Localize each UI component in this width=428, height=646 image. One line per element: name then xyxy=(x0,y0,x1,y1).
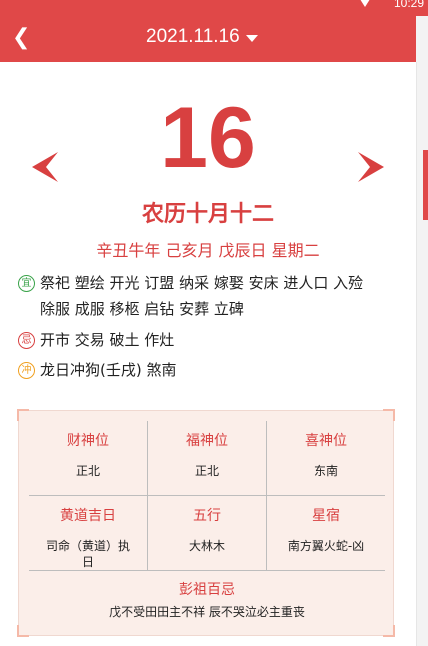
caret-down-icon xyxy=(245,34,258,42)
cell-value: 大林木 xyxy=(188,539,225,553)
prev-day-arrow-icon[interactable] xyxy=(30,150,60,184)
xingxiu-cell: 星宿 南方翼火蛇-凶 xyxy=(267,496,385,570)
cell-value: 司命（黄道）执日 xyxy=(46,539,131,569)
yi-text: 祭祀 塑绘 开光 订盟 纳采 嫁娶 安床 进人口 入殓 除服 成服 移柩 启钻 … xyxy=(40,274,364,318)
back-button[interactable]: ❮ xyxy=(12,25,30,50)
header-date: 2021.11.16 xyxy=(146,26,240,47)
cell-value: 正北 xyxy=(75,464,100,478)
yi-badge-icon: 宜 xyxy=(18,275,35,292)
app-header: ❮ 2021.11.16 xyxy=(0,16,416,62)
chong-text: 龙日冲狗(壬戌) 煞南 xyxy=(40,361,177,379)
status-time: 10:29 xyxy=(393,0,424,10)
yi-section: 宜祭祀 塑绘 开光 订盟 纳采 嫁娶 安床 进人口 入殓 除服 成服 移柩 启钻… xyxy=(18,270,380,322)
almanac-grid: 财神位 正北 福神位 正北 喜神位 东南 黄道吉日 司命（黄道）执日 五行 大林… xyxy=(29,421,385,623)
cell-title: 喜神位 xyxy=(305,433,347,449)
status-bar: 10:29 xyxy=(0,0,428,16)
corner-ornament xyxy=(17,625,29,637)
cell-title: 五行 xyxy=(193,508,221,524)
cell-value: 东南 xyxy=(313,464,338,478)
corner-ornament xyxy=(383,409,395,421)
ganzhi-line: 辛丑牛年 己亥月 戊辰日 星期二 xyxy=(96,241,320,260)
almanac-row: 黄道吉日 司命（黄道）执日 五行 大林木 星宿 南方翼火蛇-凶 xyxy=(29,496,385,571)
ji-badge-icon: 忌 xyxy=(18,332,35,349)
adjacent-page-edge-strip xyxy=(416,62,428,646)
chong-section: 冲龙日冲狗(壬戌) 煞南 xyxy=(18,357,176,383)
caishen-cell: 财神位 正北 xyxy=(29,421,148,495)
wifi-icon xyxy=(358,0,372,7)
cell-value: 南方翼火蛇-凶 xyxy=(287,539,365,553)
day-number: 16 xyxy=(160,90,256,186)
corner-ornament xyxy=(383,625,395,637)
almanac-card: 财神位 正北 福神位 正北 喜神位 东南 黄道吉日 司命（黄道）执日 五行 大林… xyxy=(17,409,395,637)
cell-title: 福神位 xyxy=(186,433,228,449)
adjacent-page-edge xyxy=(416,16,428,62)
date-picker-button[interactable]: 2021.11.16 xyxy=(146,26,258,48)
cell-title: 星宿 xyxy=(312,508,340,524)
fushen-cell: 福神位 正北 xyxy=(148,421,267,495)
ji-section: 忌开市 交易 破土 作灶 xyxy=(18,327,174,353)
cell-title: 财神位 xyxy=(67,433,109,449)
pengzu-section: 彭祖百忌 戊不受田田主不祥 辰不哭泣必主重丧 xyxy=(29,571,385,623)
adjacent-page-accent xyxy=(423,150,428,220)
cell-title: 黄道吉日 xyxy=(60,508,116,524)
huangdao-cell: 黄道吉日 司命（黄道）执日 xyxy=(29,496,148,570)
xishen-cell: 喜神位 东南 xyxy=(267,421,385,495)
almanac-row: 财神位 正北 福神位 正北 喜神位 东南 xyxy=(29,421,385,496)
corner-ornament xyxy=(17,409,29,421)
chong-badge-icon: 冲 xyxy=(18,362,35,379)
next-day-arrow-icon[interactable] xyxy=(356,150,386,184)
pengzu-value: 戊不受田田主不祥 辰不哭泣必主重丧 xyxy=(109,605,305,619)
cell-value: 正北 xyxy=(194,464,219,478)
pengzu-title: 彭祖百忌 xyxy=(179,582,235,598)
wuxing-cell: 五行 大林木 xyxy=(148,496,267,570)
lunar-date: 农历十月十二 xyxy=(141,202,274,227)
ji-text: 开市 交易 破土 作灶 xyxy=(40,331,175,349)
